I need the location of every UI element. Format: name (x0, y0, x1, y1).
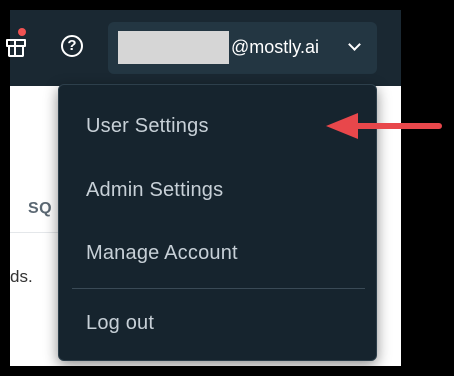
menu-item-manage-account[interactable]: Manage Account (86, 242, 238, 265)
content-text-partial: ds. (10, 267, 33, 286)
menu-item-user-settings[interactable]: User Settings (86, 115, 209, 138)
account-menu-button[interactable]: @mostly.ai (108, 22, 377, 74)
tab-divider (10, 232, 65, 233)
menu-item-log-out[interactable]: Log out (86, 312, 154, 335)
tab-partial[interactable]: SQ (28, 200, 52, 218)
screenshot: SQ ds. ? @mostly.ai User Settings Admin … (0, 0, 454, 376)
redacted-username (118, 31, 229, 64)
menu-divider (72, 288, 365, 289)
gift-icon[interactable] (6, 35, 26, 57)
chevron-down-icon (348, 38, 361, 51)
notification-dot (18, 28, 26, 36)
help-icon[interactable]: ? (61, 35, 83, 57)
menu-item-admin-settings[interactable]: Admin Settings (86, 179, 223, 202)
account-email: @mostly.ai (231, 37, 319, 57)
